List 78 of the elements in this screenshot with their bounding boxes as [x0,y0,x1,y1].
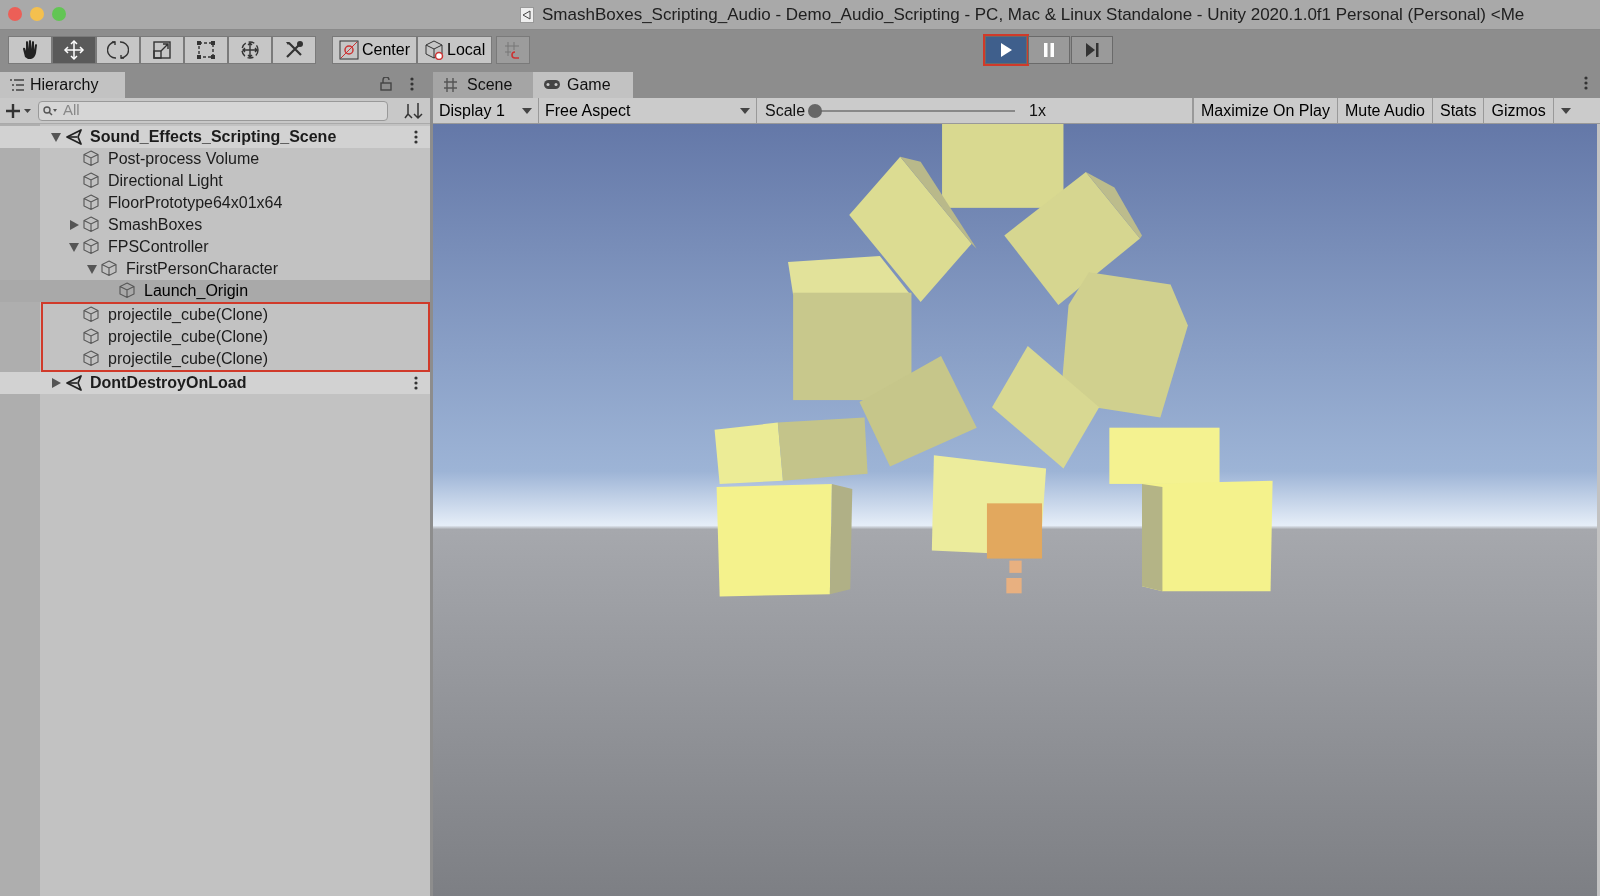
cube-icon [119,282,137,300]
transform-icon [239,39,261,61]
hierarchy-item[interactable]: projectile_cube(Clone) [43,304,428,326]
collapsed-arrow-icon[interactable] [68,219,80,231]
cube-icon [83,350,101,368]
scale-reading: 1x [1029,100,1046,121]
hierarchy-item[interactable]: FPSController [0,236,430,258]
more-options-icon[interactable] [414,376,418,390]
sort-icon[interactable] [404,101,424,120]
object-name: FloorPrototype64x01x64 [108,193,283,213]
pivot-button[interactable]: Local [417,36,493,64]
lock-icon[interactable] [380,77,392,91]
object-name: Post-process Volume [108,149,260,169]
tool-button[interactable] [96,36,140,64]
play-button[interactable] [985,36,1027,64]
object-name: projectile_cube(Clone) [108,305,269,325]
object-name: FirstPersonCharacter [126,259,279,279]
scene-name: Sound_Effects_Scripting_Scene [90,127,337,147]
hierarchy-item[interactable]: projectile_cube(Clone) [43,326,428,348]
move-arrows-icon [63,39,85,61]
view-tab[interactable]: Scene [433,72,533,98]
hierarchy-item[interactable]: Directional Light [0,170,430,192]
object-name: Launch_Origin [144,281,249,301]
cube-icon [101,260,119,278]
add-button[interactable] [6,102,32,119]
tool-button[interactable] [140,36,184,64]
dropdown-caret-icon [522,107,532,114]
slider-thumb[interactable] [808,103,823,118]
tool-button[interactable] [272,36,316,64]
object-name: projectile_cube(Clone) [108,349,269,369]
expanded-arrow-icon[interactable] [50,131,62,143]
pivot-icon [339,40,359,60]
collapsed-arrow-icon[interactable] [50,377,62,389]
window-title: SmashBoxes_Scripting_Audio - Demo_Audio_Scripting - PC, Mac & Linux Standalone - Unity 2020.1.0f1 Personal (Personal) <Me [542,3,1525,26]
expanded-arrow-icon[interactable] [68,241,80,253]
cube-icon [83,150,101,168]
object-name: projectile_cube(Clone) [108,327,269,347]
cube-icon [83,328,101,346]
hierarchy-item[interactable]: Launch_Origin [0,280,430,302]
more-options-icon[interactable] [410,77,414,91]
hierarchy-item[interactable]: FirstPersonCharacter [0,258,430,280]
search-field[interactable]: All [38,100,388,121]
object-name: FPSController [108,237,209,257]
document-icon [520,6,534,23]
object-name: SmashBoxes [108,215,203,235]
pause-button[interactable] [1028,36,1070,64]
more-options-icon[interactable] [414,130,418,144]
tool-button[interactable] [228,36,272,64]
pivot-button[interactable]: Center [332,36,418,64]
expanded-arrow-icon[interactable] [86,263,98,275]
more-options-icon[interactable] [1584,76,1588,90]
cube-icon [83,194,101,212]
caret-icon [1560,108,1571,115]
cube-icon [83,216,101,234]
hierarchy-item[interactable]: FloorPrototype64x01x64 [0,192,430,214]
hierarchy-item[interactable]: Post-process Volume [0,148,430,170]
tool-button[interactable] [8,36,52,64]
hierarchy-tab[interactable]: Hierarchy [0,72,125,98]
rotate-icon [107,39,129,61]
list-icon [10,79,24,91]
tool-button[interactable] [184,36,228,64]
dropdown-caret-icon [740,107,750,114]
hierarchy-item[interactable]: SmashBoxes [0,214,430,236]
cube-icon [83,238,101,256]
step-button[interactable] [1071,36,1113,64]
cube-icon [83,172,101,190]
scene-row[interactable]: DontDestroyOnLoad [0,372,430,394]
tool-button[interactable] [52,36,96,64]
scene-name: DontDestroyOnLoad [90,373,247,393]
view-tab[interactable]: Game [533,72,633,98]
hierarchy-item[interactable]: projectile_cube(Clone) [43,348,428,370]
cube-icon [424,40,445,60]
scale-label: Scale [764,100,806,121]
scene-row[interactable]: Sound_Effects_Scripting_Scene [0,126,430,148]
rect-tool-icon [195,39,217,61]
object-name: Directional Light [108,171,223,191]
scale-icon [151,39,173,61]
cube-icon [83,306,101,324]
